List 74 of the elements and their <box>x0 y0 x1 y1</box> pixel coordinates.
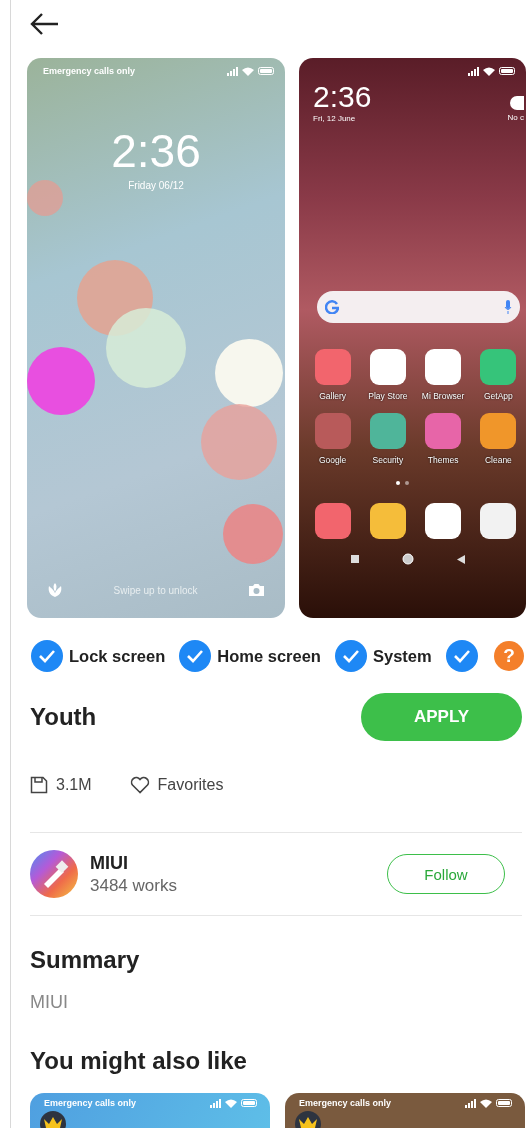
help-button[interactable]: ? <box>494 641 524 671</box>
app-label: Play Store <box>368 391 408 401</box>
weather-text: No c <box>507 113 524 122</box>
dock-app-icon[interactable] <box>369 503 406 539</box>
author-name: MIUI <box>90 852 129 874</box>
works-count: 3484 works <box>90 875 177 896</box>
apply-button[interactable]: APPLY <box>361 693 522 741</box>
brush-logo-icon <box>30 850 78 898</box>
status-text: Emergency calls only <box>44 1098 137 1108</box>
app-label: GetApp <box>483 391 513 401</box>
checkmark-icon <box>342 649 359 663</box>
checkbox[interactable] <box>334 640 367 672</box>
microphone-icon <box>504 300 512 314</box>
page-dots-icon <box>396 481 409 485</box>
section-heading: Summary <box>30 946 141 974</box>
signal-icon <box>227 66 238 76</box>
clock-time: 2:36 <box>110 124 202 178</box>
checkbox[interactable] <box>179 640 212 672</box>
date-text: Fri, 12 June <box>313 114 357 123</box>
search-bar[interactable] <box>317 291 520 323</box>
status-text: Emergency calls only <box>299 1098 392 1108</box>
theme-thumbnail[interactable]: Emergency calls only <box>285 1093 525 1128</box>
wifi-icon <box>479 1098 493 1108</box>
favorites-label[interactable]: Favorites <box>157 776 224 794</box>
battery-icon <box>258 66 275 76</box>
app-icon[interactable] <box>369 349 406 385</box>
google-logo-icon <box>325 300 339 314</box>
back-arrow-icon[interactable] <box>30 12 60 36</box>
dock-app-icon[interactable] <box>480 503 517 539</box>
checkmark-icon <box>39 649 55 663</box>
heart-icon[interactable] <box>129 776 150 794</box>
app-icon[interactable] <box>425 413 462 449</box>
checkbox-label: Home screen <box>217 646 321 666</box>
checkbox-label: Lock screen <box>69 646 166 666</box>
battery-icon <box>496 1098 513 1108</box>
dock-app-icon[interactable] <box>425 503 462 539</box>
clock-time: 2:36 <box>313 82 372 112</box>
file-size: 3.1M <box>56 776 92 794</box>
app-label: Security <box>372 455 404 465</box>
app-label: Google <box>318 455 347 465</box>
home-circle-icon[interactable] <box>401 553 414 565</box>
theme-title: Youth <box>30 703 97 731</box>
app-label: Themes <box>427 455 459 465</box>
signal-icon <box>465 1098 476 1108</box>
signal-icon <box>468 66 479 76</box>
app-icon[interactable] <box>480 349 517 385</box>
app-label: Mi Browser <box>421 391 465 401</box>
checkmark-icon <box>187 649 204 663</box>
app-label: Gallery <box>319 391 347 401</box>
checkbox[interactable] <box>31 640 63 672</box>
app-icon[interactable] <box>425 349 462 385</box>
battery-icon <box>499 66 516 76</box>
battery-icon <box>241 1098 258 1108</box>
section-heading: You might also like <box>30 1047 248 1075</box>
flower-icon <box>47 582 63 598</box>
date-text: Friday 06/12 <box>127 180 185 191</box>
summary-text: MIUI <box>30 992 69 1013</box>
app-icon[interactable] <box>369 413 406 449</box>
app-label: Cleane <box>484 455 512 465</box>
camera-icon <box>248 583 265 597</box>
checkbox[interactable] <box>445 640 478 672</box>
wifi-icon <box>241 66 255 76</box>
square-icon[interactable] <box>350 555 359 563</box>
status-text: Emergency calls only <box>43 66 136 76</box>
cloud-icon <box>510 96 524 110</box>
app-icon[interactable] <box>480 413 517 449</box>
checkmark-icon <box>453 649 470 663</box>
checkbox-label: System <box>372 646 432 666</box>
follow-button[interactable]: Follow <box>387 854 505 894</box>
wifi-icon <box>482 66 496 76</box>
signal-icon <box>210 1098 221 1108</box>
wifi-icon <box>224 1098 238 1108</box>
back-triangle-icon[interactable] <box>456 554 465 564</box>
theme-thumbnail[interactable]: Emergency calls only <box>30 1093 270 1128</box>
